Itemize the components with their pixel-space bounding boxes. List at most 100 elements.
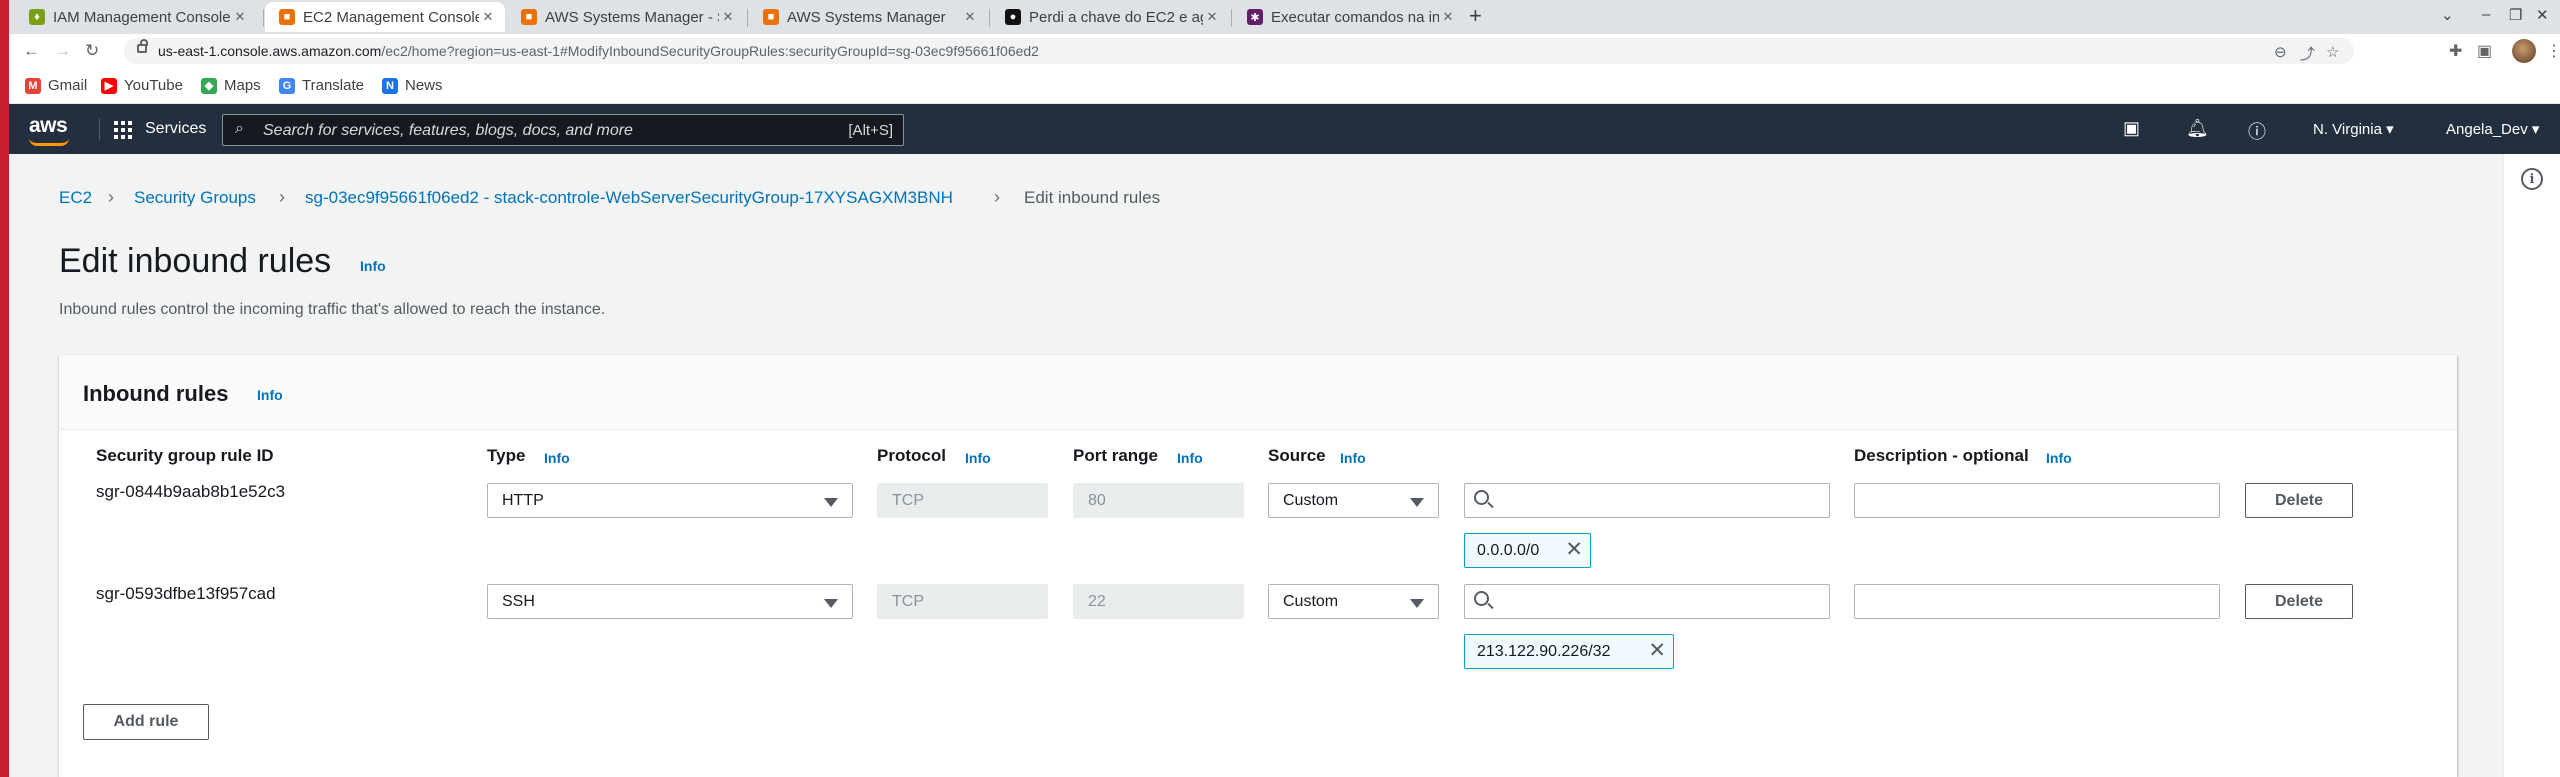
browser-toolbar: ← → ↻ us-east-1.console.aws.amazon.com/e…: [9, 34, 2560, 68]
search-icon: [1474, 591, 1489, 606]
column-header-description: Description - optional: [1854, 446, 2029, 465]
description-info-link[interactable]: Info: [2046, 450, 2072, 466]
restore-icon[interactable]: ❐: [2509, 6, 2522, 24]
ec2-favicon-icon: ■: [279, 9, 295, 25]
caret-down-icon: [824, 498, 838, 507]
services-grid-icon[interactable]: [114, 121, 132, 139]
window-close-icon[interactable]: ✕: [2536, 6, 2549, 24]
protocol-info-link[interactable]: Info: [965, 450, 991, 466]
page-title: Edit inbound rules: [59, 242, 332, 280]
browser-tab-slack[interactable]: ✱ Executar comandos na ins ✕: [1233, 2, 1465, 32]
tab-close-icon[interactable]: ✕: [231, 9, 249, 25]
description-field[interactable]: [1854, 483, 2220, 518]
breadcrumb-security-group[interactable]: sg-03ec9f95661f06ed2 - stack-controle-We…: [305, 188, 953, 208]
bookmark-translate[interactable]: G Translate: [279, 77, 364, 94]
side-panel-icon[interactable]: ▣: [2477, 41, 2492, 61]
reload-icon[interactable]: ↻: [85, 41, 99, 61]
tab-close-icon[interactable]: ✕: [719, 9, 737, 25]
type-info-link[interactable]: Info: [544, 450, 570, 466]
source-type-select[interactable]: Custom: [1268, 584, 1439, 619]
source-search-input[interactable]: [1464, 584, 1830, 619]
caret-down-icon: [1410, 498, 1424, 507]
page-info-link[interactable]: Info: [360, 258, 386, 274]
tab-close-icon[interactable]: ✕: [961, 9, 979, 25]
left-window-edge: [0, 0, 9, 777]
source-cidr-token: 213.122.90.226/32 ✕: [1464, 634, 1674, 669]
bookmark-gmail[interactable]: M Gmail: [25, 77, 87, 94]
browser-tab-ec2[interactable]: ■ EC2 Management Console ✕: [265, 2, 505, 32]
info-panel-icon[interactable]: i: [2521, 168, 2543, 190]
tab-search-chevron-icon[interactable]: ⌄: [2441, 6, 2454, 24]
source-search-input[interactable]: [1464, 483, 1830, 518]
bookmark-youtube[interactable]: ▶ YouTube: [101, 77, 183, 94]
maps-icon: ◆: [201, 77, 217, 94]
chevron-right-icon: ›: [279, 187, 285, 207]
minimize-icon[interactable]: –: [2482, 6, 2490, 23]
browser-tab-ssm-1[interactable]: ■ AWS Systems Manager - S ✕: [507, 2, 745, 32]
aws-top-nav: aws Services ⌕ Search for services, feat…: [9, 104, 2560, 154]
port-range-field: 22: [1073, 584, 1244, 619]
zoom-icon[interactable]: ⊖: [2274, 43, 2287, 61]
region-selector[interactable]: N. Virginia ▾: [2313, 120, 2394, 138]
account-menu[interactable]: Angela_Dev ▾: [2446, 120, 2539, 138]
remove-token-icon[interactable]: ✕: [1648, 638, 1666, 663]
help-icon[interactable]: ⓘ: [2248, 118, 2266, 144]
tab-close-icon[interactable]: ✕: [479, 9, 497, 25]
bookmark-news[interactable]: N News: [382, 77, 443, 94]
ssm-favicon-icon: ■: [521, 9, 537, 25]
port-range-info-link[interactable]: Info: [1177, 450, 1203, 466]
add-rule-button[interactable]: Add rule: [83, 704, 209, 740]
delete-button[interactable]: Delete: [2245, 584, 2353, 619]
aws-logo[interactable]: aws: [29, 114, 69, 146]
type-select[interactable]: HTTP: [487, 483, 853, 518]
remove-token-icon[interactable]: ✕: [1565, 537, 1583, 562]
source-type-select[interactable]: Custom: [1268, 483, 1439, 518]
news-icon: N: [382, 77, 398, 94]
aws-search-input[interactable]: ⌕ Search for services, features, blogs, …: [222, 114, 904, 146]
browser-tab-ssm-2[interactable]: ■ AWS Systems Manager ✕: [749, 2, 987, 32]
delete-button[interactable]: Delete: [2245, 483, 2353, 518]
main-content: EC2 › Security Groups › sg-03ec9f95661f0…: [9, 154, 2503, 777]
back-icon[interactable]: ←: [23, 41, 40, 61]
address-bar[interactable]: us-east-1.console.aws.amazon.com/ec2/hom…: [124, 38, 2354, 64]
source-info-link[interactable]: Info: [1340, 450, 1366, 466]
share-icon[interactable]: ⤴: [2300, 43, 2315, 64]
breadcrumb-security-groups[interactable]: Security Groups: [134, 188, 256, 208]
new-tab-icon[interactable]: +: [1469, 3, 1482, 29]
search-icon: ⌕: [235, 120, 244, 137]
forward-icon[interactable]: →: [54, 41, 71, 61]
chevron-right-icon: ›: [994, 187, 1000, 207]
services-menu[interactable]: Services: [145, 120, 206, 138]
description-field[interactable]: [1854, 584, 2220, 619]
lock-icon: [137, 39, 148, 53]
url-text[interactable]: us-east-1.console.aws.amazon.com/ec2/hom…: [158, 43, 1039, 59]
youtube-icon: ▶: [101, 77, 117, 94]
chevron-right-icon: ›: [108, 187, 114, 207]
column-header-type: Type: [487, 446, 526, 465]
protocol-field: TCP: [877, 483, 1048, 518]
browser-profile-avatar[interactable]: [2512, 39, 2536, 63]
page-description: Inbound rules control the incoming traff…: [59, 301, 606, 318]
type-select[interactable]: SSH: [487, 584, 853, 619]
caret-down-icon: [824, 599, 838, 608]
search-icon: [1474, 490, 1489, 505]
tab-close-icon[interactable]: ✕: [1439, 9, 1457, 25]
video-favicon-icon: ●: [1005, 9, 1021, 25]
rule-id: sgr-0593dfbe13f957cad: [96, 584, 276, 603]
tab-close-icon[interactable]: ✕: [1203, 9, 1221, 25]
notifications-bell-icon[interactable]: 🔔︎: [2186, 118, 2209, 139]
port-range-field: 80: [1073, 483, 1244, 518]
rule-id: sgr-0844b9aab8b1e52c3: [96, 482, 286, 501]
bookmark-star-icon[interactable]: ☆: [2326, 43, 2339, 61]
extensions-icon[interactable]: ✚: [2449, 41, 2462, 61]
bookmarks-bar: M Gmail ▶ YouTube ◆ Maps G Translate N N…: [9, 68, 2560, 104]
browser-tab-video[interactable]: ● Perdi a chave do EC2 e ago ✕: [991, 2, 1229, 32]
panel-info-link[interactable]: Info: [257, 387, 283, 403]
browser-tab-iam[interactable]: ♦ IAM Management Console ✕: [15, 2, 257, 32]
right-utility-panel: i: [2503, 154, 2560, 777]
browser-menu-icon[interactable]: ⋮: [2546, 41, 2560, 61]
bookmark-maps[interactable]: ◆ Maps: [201, 77, 261, 94]
cloudshell-icon[interactable]: ▣: [2123, 118, 2140, 139]
slack-favicon-icon: ✱: [1247, 9, 1263, 25]
breadcrumb-ec2[interactable]: EC2: [59, 188, 92, 208]
